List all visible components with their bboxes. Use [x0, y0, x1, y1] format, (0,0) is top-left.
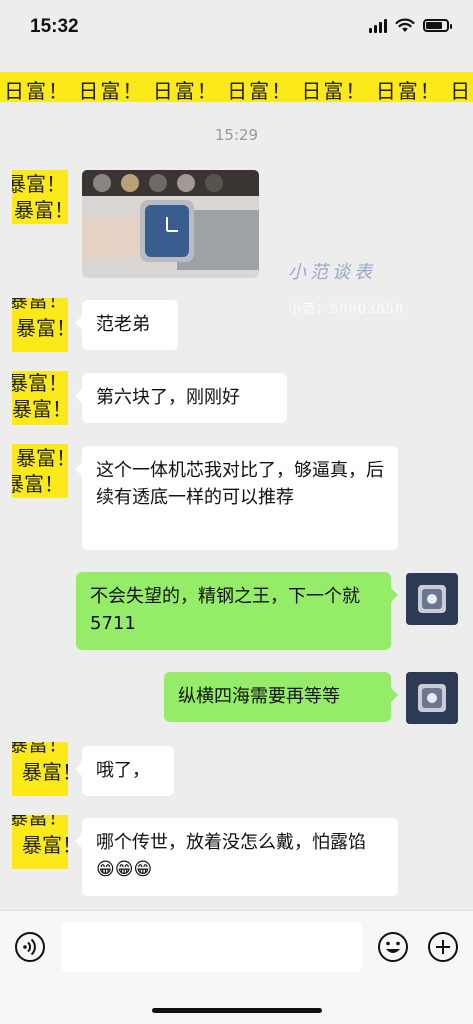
chat-input-bar	[0, 910, 473, 1024]
avatar-text-bottom: 暴富！	[16, 316, 68, 340]
message-bubble-incoming[interactable]: 范老弟	[75, 300, 178, 350]
avatar-image	[406, 672, 458, 724]
message-timestamp: 15:29	[214, 126, 259, 144]
avatar-text-top: 暴富！	[12, 815, 68, 829]
wifi-icon	[395, 18, 415, 32]
contact-avatar[interactable]: 暴富！ 暴富！	[12, 815, 68, 869]
message-bubble-incoming[interactable]: 这个一体机芯我对比了，够逼真，后续有透底一样的可以推荐	[75, 446, 398, 550]
banner-text: 日富！ 日富！ 日富！ 日富！ 日富！ 日富！ 日富！	[4, 79, 473, 102]
avatar-text-bottom: 暴富！	[12, 397, 68, 421]
contact-avatar[interactable]: 暴富！ 暴富！	[12, 170, 68, 224]
message-input[interactable]	[61, 922, 362, 972]
message-text: 第六块了，刚刚好	[96, 387, 240, 408]
message-text: 范老弟	[96, 314, 150, 335]
top-banner[interactable]: 日富！ 日富！ 日富！ 日富！ 日富！ 日富！ 日富！	[0, 72, 473, 102]
avatar-image	[406, 573, 458, 625]
avatar-text-top: 暴富！	[12, 298, 68, 312]
contact-avatar[interactable]: 暴富！ 暴富！	[12, 444, 68, 498]
avatar-text-top: 暴富！	[12, 371, 68, 395]
emoji-icon[interactable]	[377, 931, 409, 963]
status-icons	[369, 18, 452, 33]
message-bubble-outgoing[interactable]: 不会失望的，精钢之王，下一个就 5711	[76, 572, 398, 650]
avatar-text-bottom: 暴富！	[22, 760, 68, 784]
message-bubble-incoming[interactable]: 哦了，	[75, 746, 174, 796]
message-bubble-outgoing[interactable]: 纵横四海需要再等等	[164, 672, 398, 722]
contact-avatar[interactable]: 暴富！ 暴富！	[12, 298, 68, 352]
message-text: 不会失望的，精钢之王，下一个就 5711	[90, 586, 360, 634]
battery-fill	[426, 22, 442, 29]
voice-icon[interactable]	[14, 931, 46, 963]
status-bar: 15:32	[0, 0, 473, 60]
message-text: 这个一体机芯我对比了，够逼真，后续有透底一样的可以推荐	[96, 460, 384, 508]
message-bubble-incoming[interactable]: 第六块了，刚刚好	[75, 373, 287, 423]
avatar-text-top: 暴富！	[16, 446, 68, 470]
avatar-text-bottom: 暴富！	[12, 472, 64, 496]
avatar-text-top: 暴富！	[12, 742, 68, 756]
my-avatar[interactable]	[406, 672, 458, 724]
message-text: 哦了，	[96, 760, 150, 781]
message-bubble-incoming[interactable]: 哪个传世，放着没怎么戴，怕露馅😁😁😁	[75, 818, 398, 896]
my-avatar[interactable]	[406, 573, 458, 625]
message-image-watch[interactable]	[82, 170, 259, 278]
avatar-text-bottom: 暴富！	[14, 198, 68, 222]
message-text: 哪个传世，放着没怎么戴，怕露馅😁😁😁	[96, 832, 366, 880]
watermark-id: 小范：50603858	[288, 302, 405, 317]
watermark: 小范谈表 小范：50603858	[288, 258, 408, 317]
signal-icon	[369, 18, 387, 33]
watermark-title: 小范谈表	[288, 262, 376, 283]
watch-photo	[82, 170, 259, 278]
message-text: 纵横四海需要再等等	[178, 686, 340, 707]
battery-icon	[423, 19, 452, 32]
contact-avatar[interactable]: 暴富！ 暴富！	[12, 371, 68, 425]
avatar-text-bottom: 暴富！	[22, 833, 68, 857]
avatar-text-top: 暴富！	[12, 172, 66, 196]
plus-icon[interactable]	[427, 931, 459, 963]
status-time: 15:32	[30, 16, 79, 37]
contact-avatar[interactable]: 暴富！ 暴富！	[12, 742, 68, 796]
home-indicator[interactable]	[152, 1008, 322, 1013]
